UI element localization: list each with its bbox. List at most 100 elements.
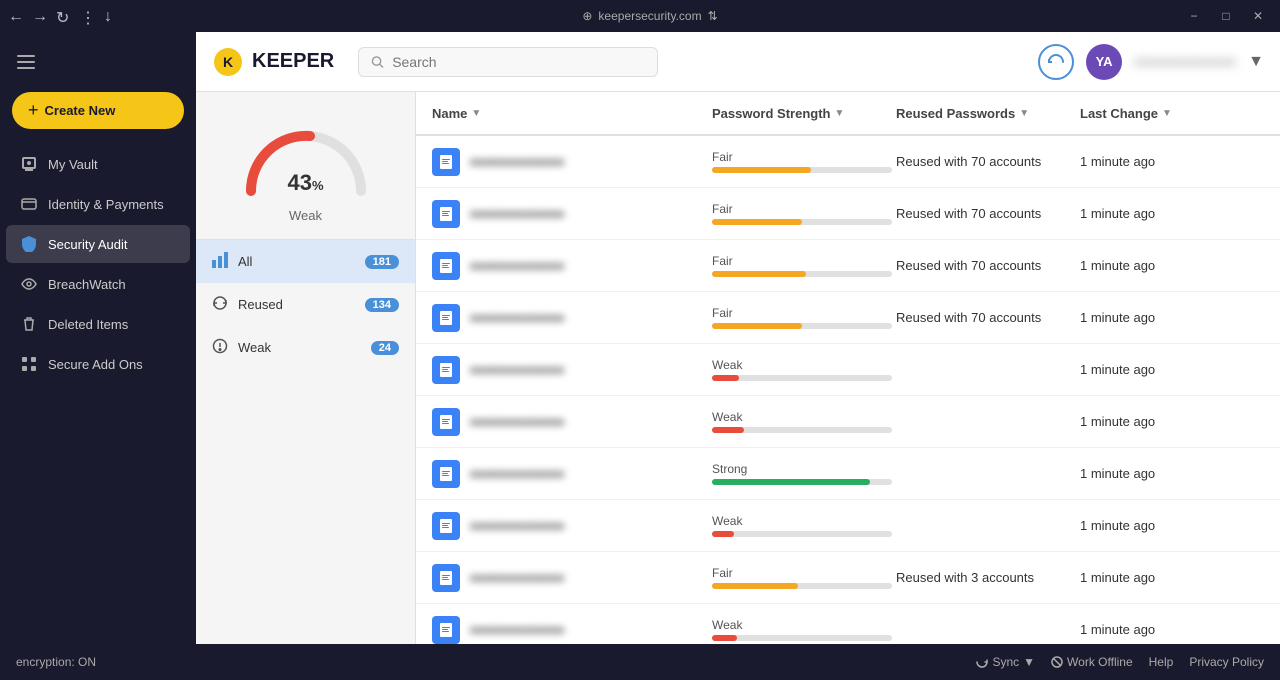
- strength-bar-bg: [712, 167, 892, 173]
- strength-cell: Fair: [712, 566, 896, 589]
- reused-badge: 134: [365, 298, 399, 312]
- table-row[interactable]: ●●●●●●●●●●●● Weak 1 minute ago: [416, 396, 1280, 448]
- titlebar-center: ⊕ keepersecurity.com ⇅: [582, 9, 717, 23]
- strength-label: Fair: [712, 150, 896, 164]
- table-row[interactable]: ●●●●●●●●●●●● Fair Reused with 70 account…: [416, 136, 1280, 188]
- table-row[interactable]: ●●●●●●●●●●●● Weak 1 minute ago: [416, 500, 1280, 552]
- record-title: ●●●●●●●●●●●●: [470, 258, 564, 273]
- strength-cell: Weak: [712, 618, 896, 641]
- col-header-strength[interactable]: Password Strength ▼: [712, 106, 896, 121]
- lastchange-cell: 1 minute ago: [1080, 310, 1264, 325]
- table-row[interactable]: ●●●●●●●●●●●● Fair Reused with 70 account…: [416, 188, 1280, 240]
- table-row[interactable]: ●●●●●●●●●●●● Fair Reused with 70 account…: [416, 292, 1280, 344]
- filter-all[interactable]: All 181: [196, 240, 415, 283]
- reused-cell: Reused with 70 accounts: [896, 258, 1080, 273]
- strength-sort-icon: ▼: [834, 108, 844, 119]
- strength-label: Weak: [712, 514, 896, 528]
- avatar[interactable]: YA: [1086, 44, 1122, 80]
- vault-icon: [20, 155, 38, 173]
- nav-icon[interactable]: ⋮: [80, 8, 96, 24]
- strength-label: Fair: [712, 566, 896, 580]
- strength-bar-bg: [712, 531, 892, 537]
- sidebar-item-deleted-items[interactable]: Deleted Items: [6, 305, 190, 343]
- table-row[interactable]: ●●●●●●●●●●●● Weak 1 minute ago: [416, 604, 1280, 644]
- record-icon: [432, 148, 460, 176]
- close-btn[interactable]: ✕: [1244, 6, 1272, 26]
- weak-badge: 24: [371, 341, 399, 355]
- sidebar: + Create New My Vault: [0, 32, 196, 644]
- strength-bar-bg: [712, 219, 892, 225]
- lastchange-cell: 1 minute ago: [1080, 466, 1264, 481]
- sidebar-item-secure-addons[interactable]: Secure Add Ons: [6, 345, 190, 383]
- sidebar-item-security-audit[interactable]: Security Audit: [6, 225, 190, 263]
- record-icon: [432, 512, 460, 540]
- strength-label: Strong: [712, 462, 896, 476]
- audit-panel: 43% Weak All: [196, 92, 416, 644]
- titlebar-left: ← → ↻ ⋮ ↓: [8, 8, 120, 24]
- col-header-reused[interactable]: Reused Passwords ▼: [896, 106, 1080, 121]
- sidebar-item-breachwatch[interactable]: BreachWatch: [6, 265, 190, 303]
- footer-actions: Sync ▼ Work Offline Help Privacy Policy: [976, 655, 1264, 669]
- all-icon: [212, 252, 228, 271]
- audit-filters: All 181 Reused 13: [196, 240, 415, 369]
- minimize-btn[interactable]: −: [1180, 6, 1208, 26]
- strength-cell: Fair: [712, 306, 896, 329]
- dropdown-icon[interactable]: ▼: [1248, 53, 1264, 71]
- record-name-cell: ●●●●●●●●●●●●: [432, 200, 712, 228]
- table-row[interactable]: ●●●●●●●●●●●● Fair Reused with 70 account…: [416, 240, 1280, 292]
- grid-icon: [20, 355, 38, 373]
- work-offline-button[interactable]: Work Offline: [1051, 655, 1133, 669]
- reused-cell: Reused with 70 accounts: [896, 154, 1080, 169]
- encryption-status: encryption: ON: [16, 655, 96, 669]
- records-list: ●●●●●●●●●●●● Fair Reused with 70 account…: [416, 136, 1280, 644]
- strength-bar: [712, 219, 802, 225]
- search-icon: [371, 55, 384, 69]
- maximize-btn[interactable]: □: [1212, 6, 1240, 26]
- col-header-name[interactable]: Name ▼: [432, 106, 712, 121]
- url-display: keepersecurity.com: [598, 9, 701, 23]
- strength-bar-bg: [712, 479, 892, 485]
- filter-weak[interactable]: Weak 24: [196, 326, 415, 369]
- table-row[interactable]: ●●●●●●●●●●●● Strong 1 minute ago: [416, 448, 1280, 500]
- eye-icon: [20, 275, 38, 293]
- forward-icon[interactable]: →: [32, 8, 48, 24]
- record-name-cell: ●●●●●●●●●●●●: [432, 356, 712, 384]
- table-row[interactable]: ●●●●●●●●●●●● Weak 1 minute ago: [416, 344, 1280, 396]
- help-button[interactable]: Help: [1149, 655, 1174, 669]
- strength-bar: [712, 323, 802, 329]
- menu-button[interactable]: [8, 44, 44, 80]
- sync-button[interactable]: Sync ▼: [976, 655, 1035, 669]
- card-icon: [20, 195, 38, 213]
- filter-reused[interactable]: Reused 134: [196, 283, 415, 326]
- sidebar-item-my-vault[interactable]: My Vault: [6, 145, 190, 183]
- record-icon: [432, 200, 460, 228]
- strength-bar-bg: [712, 635, 892, 641]
- strength-bar: [712, 167, 811, 173]
- score-value: 43%: [287, 170, 323, 196]
- shield-icon: [20, 235, 38, 253]
- table-row[interactable]: ●●●●●●●●●●●● Fair Reused with 3 accounts…: [416, 552, 1280, 604]
- strength-bar-bg: [712, 375, 892, 381]
- record-name-cell: ●●●●●●●●●●●●: [432, 460, 712, 488]
- strength-bar-bg: [712, 271, 892, 277]
- strength-cell: Fair: [712, 150, 896, 173]
- trash-icon: [20, 315, 38, 333]
- refresh-icon[interactable]: ↻: [56, 8, 72, 24]
- record-title: ●●●●●●●●●●●●: [470, 518, 564, 533]
- name-sort-icon: ▼: [471, 108, 481, 119]
- search-input[interactable]: [392, 54, 645, 70]
- app: + Create New My Vault: [0, 32, 1280, 644]
- strength-bar: [712, 427, 744, 433]
- search-box[interactable]: [358, 47, 658, 77]
- record-title: ●●●●●●●●●●●●: [470, 466, 564, 481]
- privacy-policy-button[interactable]: Privacy Policy: [1189, 655, 1264, 669]
- lastchange-cell: 1 minute ago: [1080, 206, 1264, 221]
- strength-bar: [712, 635, 737, 641]
- create-new-button[interactable]: + Create New: [12, 92, 184, 129]
- sidebar-item-identity-payments[interactable]: Identity & Payments: [6, 185, 190, 223]
- download-icon[interactable]: ↓: [104, 8, 120, 24]
- sync-status-icon[interactable]: [1038, 44, 1074, 80]
- back-icon[interactable]: ←: [8, 8, 24, 24]
- col-header-lastchange[interactable]: Last Change ▼: [1080, 106, 1264, 121]
- connection-icon: ⊕: [582, 9, 592, 23]
